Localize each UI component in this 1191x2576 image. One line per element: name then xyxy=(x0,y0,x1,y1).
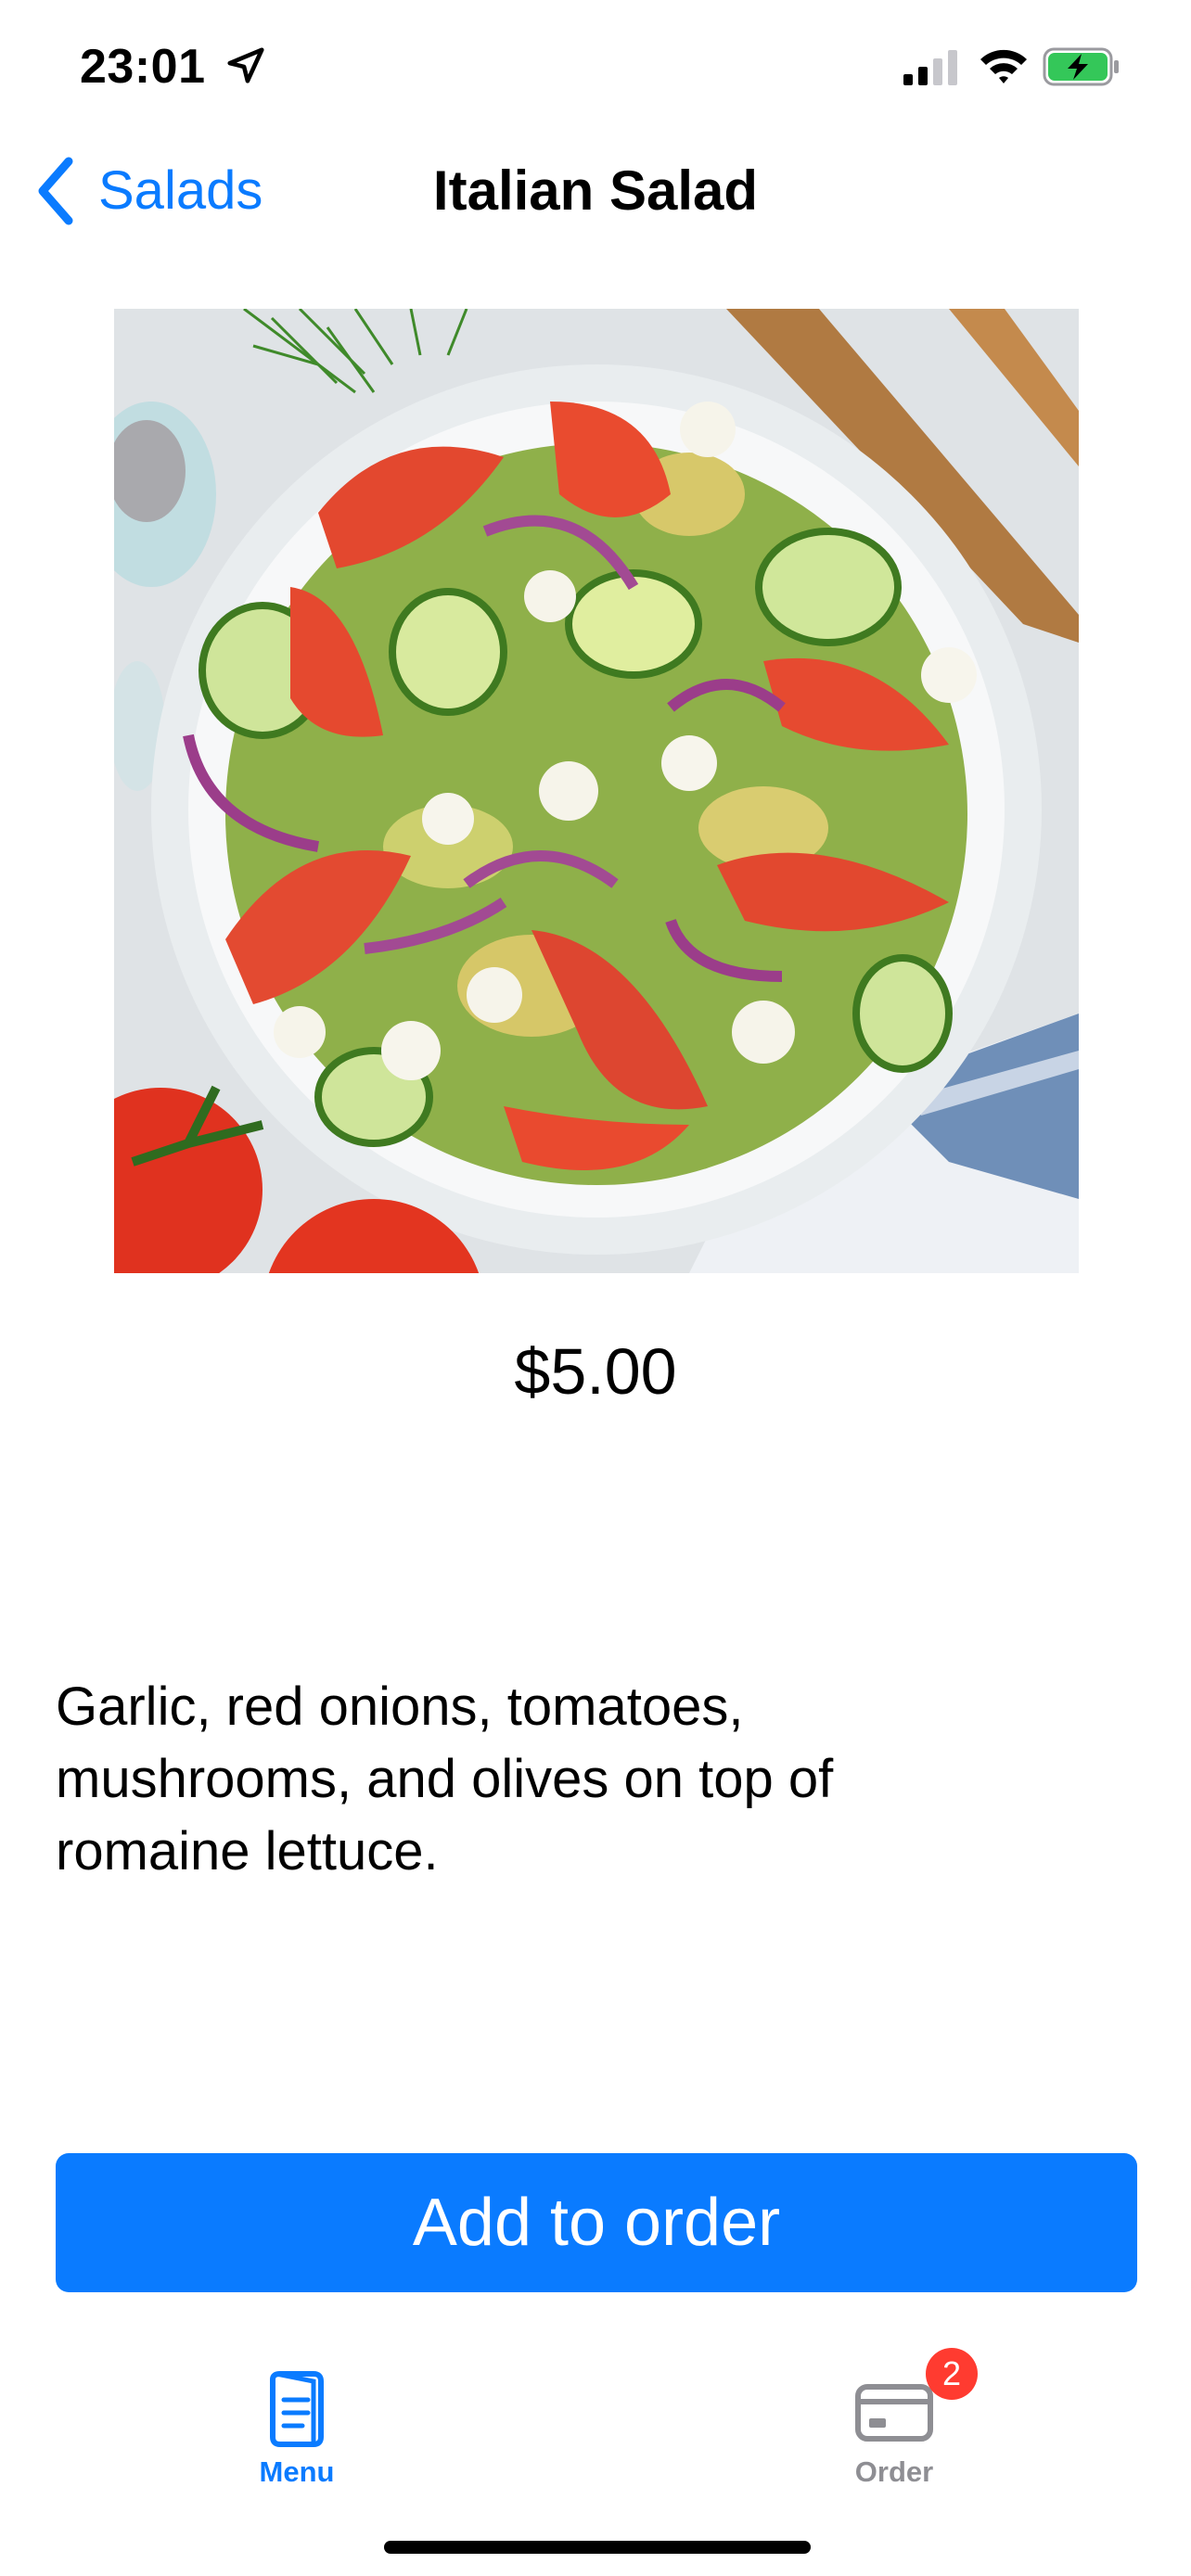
tab-order-label: Order xyxy=(854,2455,934,2488)
battery-charging-icon xyxy=(1043,47,1119,86)
location-arrow-icon xyxy=(227,47,264,83)
tab-bar: Menu Order 2 xyxy=(0,2337,1191,2504)
navigation-bar: Salads Italian Salad xyxy=(0,130,1191,250)
tab-menu-label: Menu xyxy=(259,2455,335,2488)
tab-menu[interactable]: Menu xyxy=(176,2337,417,2488)
wifi-icon xyxy=(980,49,1027,83)
order-card-icon xyxy=(855,2384,933,2442)
salad-photo xyxy=(114,309,1079,1273)
cellular-signal-icon xyxy=(903,50,957,85)
page-title: Italian Salad xyxy=(432,159,759,222)
tab-order[interactable]: Order 2 xyxy=(774,2337,1015,2488)
menu-document-icon xyxy=(270,2371,324,2447)
status-time: 23:01 xyxy=(80,40,206,94)
home-indicator[interactable] xyxy=(384,2541,811,2554)
order-count-badge: 2 xyxy=(926,2348,978,2400)
product-price: $5.00 xyxy=(514,1335,677,1408)
product-description: Garlic, red onions, tomatoes, mushrooms,… xyxy=(56,1677,834,1881)
status-bar: 23:01 xyxy=(0,0,1191,130)
add-to-order-button[interactable]: Add to order xyxy=(56,2153,1137,2292)
product-image xyxy=(114,309,1079,1273)
